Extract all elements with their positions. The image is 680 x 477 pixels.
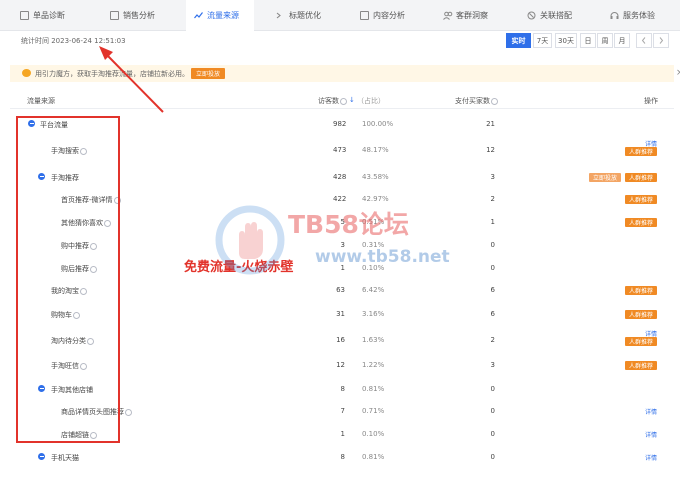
watermark-url: www.tb58.net: [315, 247, 450, 267]
watermark-logo-icon: [215, 205, 285, 277]
watermark-title: TB58论坛: [288, 210, 409, 239]
annotation-box: [16, 116, 120, 443]
